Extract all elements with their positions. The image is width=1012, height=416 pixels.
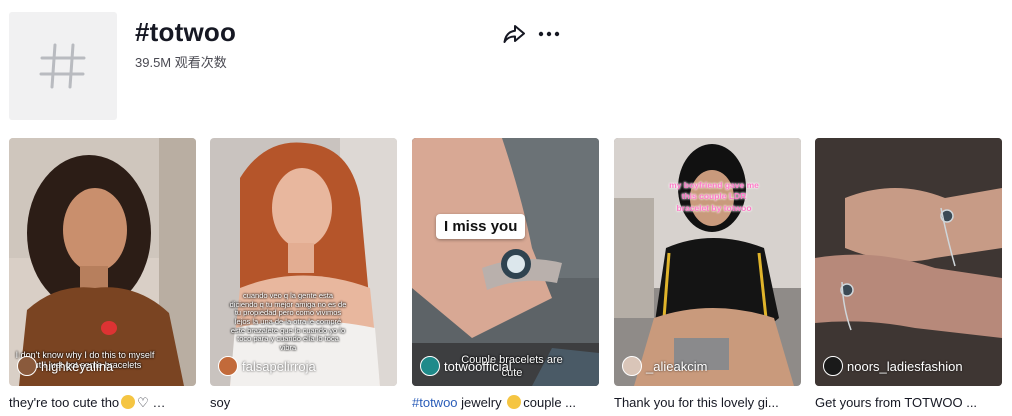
caption-text: Get yours from TOTWOO ...	[815, 395, 978, 410]
author-name: noors_ladiesfashion	[847, 358, 963, 374]
video-caption[interactable]: Thank you for this lovely gi...	[614, 394, 799, 412]
caption-text: jewelry	[457, 395, 506, 410]
video-card[interactable]: I don't know why I do this to myself but…	[9, 138, 196, 412]
video-author[interactable]: noors_ladiesfashion	[823, 356, 963, 376]
author-avatar	[218, 356, 238, 376]
author-avatar	[622, 356, 642, 376]
overlay-label: I miss you	[436, 214, 526, 239]
author-avatar	[420, 356, 440, 376]
video-thumbnail[interactable]: noors_ladiesfashion	[815, 138, 1002, 386]
caption-hashtag-link[interactable]: #totwoo	[412, 395, 458, 410]
more-dots-icon	[538, 31, 560, 37]
video-thumbnail[interactable]: I miss you Couple bracelets are cute tot…	[412, 138, 599, 386]
video-author[interactable]: totwoofficial	[420, 356, 512, 376]
thumbnail-image	[614, 138, 801, 386]
view-count: 39.5M 观看次数	[135, 55, 227, 70]
smile-emoji-icon	[121, 395, 136, 409]
page-title: #totwoo	[135, 17, 237, 47]
hashtag-icon	[39, 43, 86, 89]
caption-rest: couple ...	[523, 395, 576, 410]
white-heart-icon: ♡	[137, 395, 149, 410]
video-caption[interactable]: soy	[210, 394, 395, 412]
video-thumbnail[interactable]: I don't know why I do this to myself but…	[9, 138, 196, 386]
author-name: highkeyalina	[41, 358, 114, 374]
author-avatar	[823, 356, 843, 376]
author-name: _alieakcim	[646, 358, 708, 374]
thumbnail-image	[412, 138, 599, 386]
thumbnail-image	[9, 138, 196, 386]
more-button[interactable]	[536, 22, 562, 46]
video-thumbnail[interactable]: cuando veo q la gente esta diciendo q tu…	[210, 138, 397, 386]
author-name: falsapelirroja	[242, 358, 316, 374]
caption-text: Thank you for this lovely gi...	[614, 395, 779, 410]
video-author[interactable]: _alieakcim	[622, 356, 707, 376]
video-author[interactable]: highkeyalina	[17, 356, 113, 376]
tag-header: #totwoo 39.5M 观看次数	[9, 12, 1003, 120]
emoji-icon	[507, 395, 522, 409]
video-card[interactable]: my boyfriend gave me this couple LDR bra…	[614, 138, 801, 412]
video-caption[interactable]: #totwoo jewelry couple ...	[412, 394, 597, 412]
share-arrow-icon	[503, 25, 525, 43]
author-name: totwoofficial	[444, 358, 512, 374]
hashtag-avatar	[9, 12, 117, 120]
author-avatar	[17, 356, 37, 376]
thumbnail-image	[815, 138, 1002, 386]
video-caption[interactable]: they're too cute tho ♡ …	[9, 394, 194, 412]
video-author[interactable]: falsapelirroja	[218, 356, 316, 376]
video-caption[interactable]: Get yours from TOTWOO ...	[815, 394, 1000, 412]
video-overlay-text: cuando veo q la gente esta diciendo q tu…	[229, 291, 347, 352]
video-card[interactable]: noors_ladiesfashion Get yours from TOTWO…	[815, 138, 1002, 412]
caption-text: they're too cute tho	[9, 395, 120, 410]
video-card[interactable]: I miss you Couple bracelets are cute tot…	[412, 138, 599, 412]
share-button[interactable]	[501, 22, 527, 46]
caption-text: soy	[210, 395, 231, 410]
video-card[interactable]: cuando veo q la gente esta diciendo q tu…	[210, 138, 397, 412]
video-overlay-text: my boyfriend gave me this couple LDR bra…	[669, 180, 759, 213]
video-grid: I don't know why I do this to myself but…	[9, 138, 1003, 416]
caption-suffix: …	[152, 395, 166, 410]
video-thumbnail[interactable]: my boyfriend gave me this couple LDR bra…	[614, 138, 801, 386]
